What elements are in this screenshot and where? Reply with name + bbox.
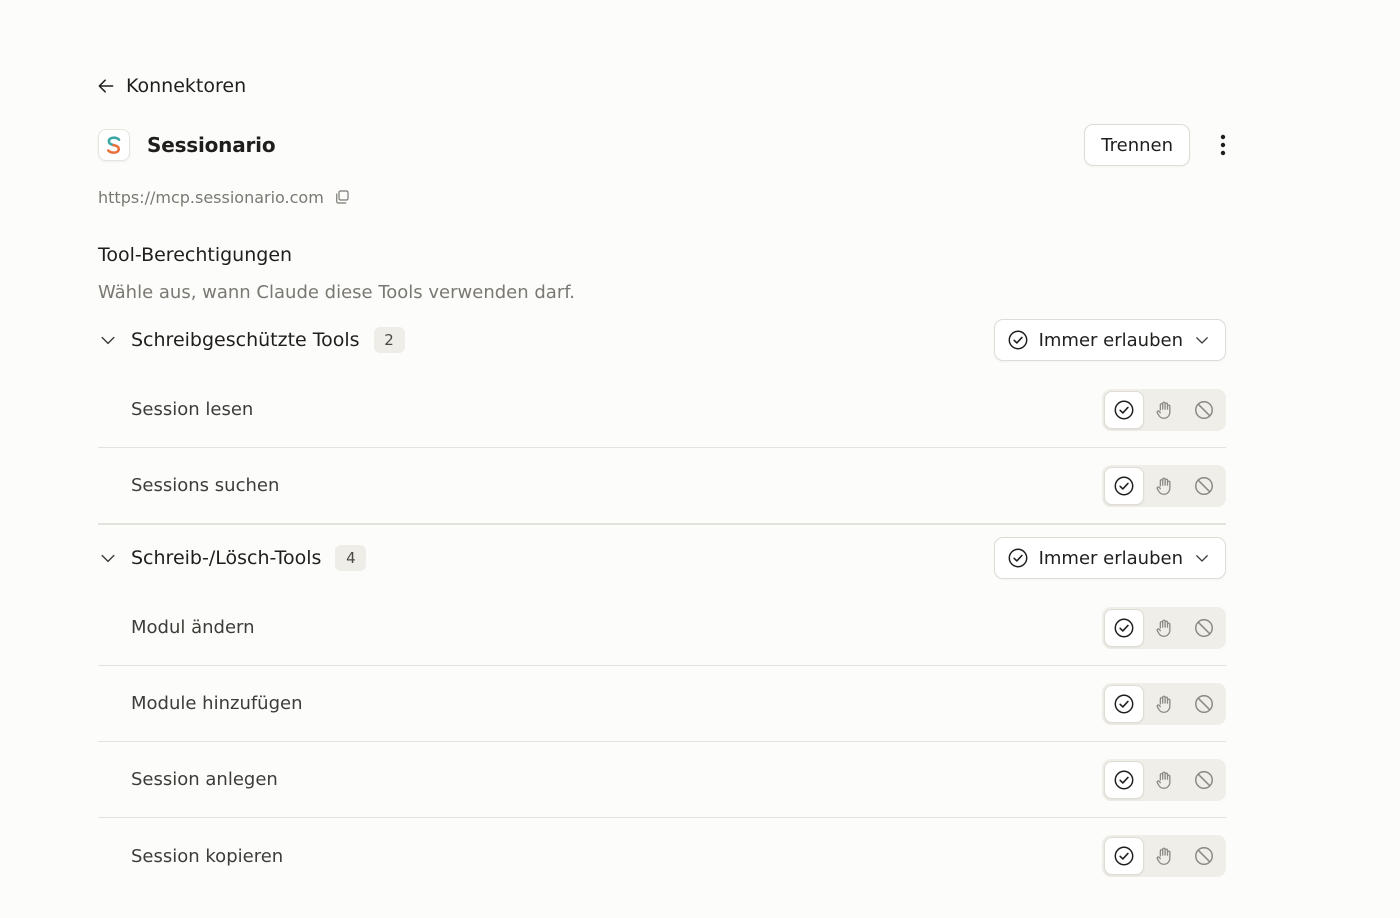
check-circle-icon bbox=[1113, 617, 1135, 639]
tool-row: Session kopieren bbox=[98, 818, 1226, 894]
hand-icon bbox=[1153, 475, 1175, 497]
ask-button[interactable] bbox=[1144, 761, 1184, 799]
allow-button[interactable] bbox=[1104, 837, 1144, 875]
hand-icon bbox=[1153, 399, 1175, 421]
permission-toggle-group bbox=[1102, 388, 1226, 431]
hand-icon bbox=[1153, 769, 1175, 791]
tool-permissions-subtitle: Wähle aus, wann Claude diese Tools verwe… bbox=[98, 282, 575, 303]
hand-icon bbox=[1153, 693, 1175, 715]
tool-name: Session lesen bbox=[131, 399, 254, 420]
tool-count-badge: 2 bbox=[373, 327, 405, 353]
allow-button[interactable] bbox=[1104, 608, 1144, 647]
allow-button[interactable] bbox=[1104, 390, 1144, 429]
permission-toggle-group bbox=[1102, 682, 1226, 725]
tool-group-name: Schreibgeschützte Tools bbox=[131, 329, 360, 351]
sessionario-logo-icon bbox=[106, 136, 121, 154]
check-circle-icon bbox=[1113, 693, 1135, 715]
ban-icon bbox=[1193, 845, 1215, 867]
block-button[interactable] bbox=[1184, 837, 1224, 875]
group-permission-value: Immer erlauben bbox=[1038, 547, 1183, 569]
tool-row: Module hinzufügen bbox=[98, 666, 1226, 742]
tool-name: Modul ändern bbox=[131, 617, 255, 638]
copy-icon[interactable] bbox=[333, 188, 351, 206]
block-button[interactable] bbox=[1184, 609, 1224, 647]
tool-row: Session anlegen bbox=[98, 742, 1226, 818]
block-button[interactable] bbox=[1184, 761, 1224, 799]
connector-url: https://mcp.sessionario.com bbox=[98, 187, 324, 207]
group-permission-dropdown[interactable]: Immer erlauben bbox=[993, 319, 1226, 361]
tool-name: Session kopieren bbox=[131, 845, 284, 867]
tool-row: Modul ändern bbox=[98, 590, 1226, 666]
permission-toggle-group bbox=[1102, 758, 1226, 801]
check-circle-icon bbox=[1113, 399, 1135, 421]
tool-name: Module hinzufügen bbox=[131, 693, 303, 714]
group-permission-value: Immer erlauben bbox=[1038, 329, 1183, 351]
tool-name: Sessions suchen bbox=[131, 475, 280, 496]
tool-row: Sessions suchen bbox=[98, 448, 1226, 524]
check-circle-icon bbox=[1113, 845, 1135, 867]
permission-toggle-group bbox=[1102, 835, 1226, 877]
tool-permissions-title: Tool-Berechtigungen bbox=[98, 244, 293, 266]
tool-group-header: Schreibgeschützte Tools 2 Immer erlauben bbox=[98, 319, 1226, 361]
ban-icon bbox=[1193, 769, 1215, 791]
permission-toggle-group bbox=[1102, 606, 1226, 649]
connector-header: Sessionario Trennen bbox=[98, 124, 1226, 166]
ban-icon bbox=[1193, 399, 1215, 421]
check-circle-icon bbox=[1113, 475, 1135, 497]
ask-button[interactable] bbox=[1144, 685, 1184, 723]
ban-icon bbox=[1193, 693, 1215, 715]
ask-button[interactable] bbox=[1144, 391, 1184, 429]
more-vertical-icon bbox=[1220, 134, 1226, 156]
arrow-left-icon bbox=[98, 79, 114, 93]
allow-button[interactable] bbox=[1104, 466, 1144, 505]
block-button[interactable] bbox=[1184, 685, 1224, 723]
connector-url-row: https://mcp.sessionario.com bbox=[98, 186, 351, 208]
connector-logo bbox=[98, 129, 130, 161]
chevron-down-icon bbox=[1193, 549, 1211, 567]
ask-button[interactable] bbox=[1144, 609, 1184, 647]
tool-name: Session anlegen bbox=[131, 769, 278, 790]
group-permission-dropdown[interactable]: Immer erlauben bbox=[993, 537, 1226, 579]
block-button[interactable] bbox=[1184, 391, 1224, 429]
tool-count-badge: 4 bbox=[335, 545, 367, 571]
check-circle-icon bbox=[1007, 547, 1029, 569]
tool-group-name: Schreib-/Lösch-Tools bbox=[131, 547, 322, 569]
ban-icon bbox=[1193, 617, 1215, 639]
hand-icon bbox=[1153, 617, 1175, 639]
back-link[interactable]: Konnektoren bbox=[96, 72, 246, 100]
group-divider bbox=[98, 524, 1226, 525]
allow-button[interactable] bbox=[1104, 760, 1144, 799]
disconnect-button[interactable]: Trennen bbox=[1084, 124, 1190, 166]
allow-button[interactable] bbox=[1104, 684, 1144, 723]
check-circle-icon bbox=[1007, 329, 1029, 351]
chevron-down-icon[interactable] bbox=[98, 548, 118, 568]
tool-group-header: Schreib-/Lösch-Tools 4 Immer erlauben bbox=[98, 537, 1226, 579]
connector-name: Sessionario bbox=[147, 133, 276, 157]
hand-icon bbox=[1153, 845, 1175, 867]
chevron-down-icon[interactable] bbox=[98, 330, 118, 350]
chevron-down-icon bbox=[1193, 331, 1211, 349]
tool-row: Session lesen bbox=[98, 372, 1226, 448]
ban-icon bbox=[1193, 475, 1215, 497]
block-button[interactable] bbox=[1184, 467, 1224, 505]
back-link-label: Konnektoren bbox=[126, 75, 247, 97]
permission-toggle-group bbox=[1102, 464, 1226, 507]
connector-settings-page: Konnektoren Sessionario Trennen https://… bbox=[0, 0, 1400, 918]
ask-button[interactable] bbox=[1144, 837, 1184, 875]
more-options-button[interactable] bbox=[1208, 124, 1238, 166]
ask-button[interactable] bbox=[1144, 467, 1184, 505]
check-circle-icon bbox=[1113, 769, 1135, 791]
